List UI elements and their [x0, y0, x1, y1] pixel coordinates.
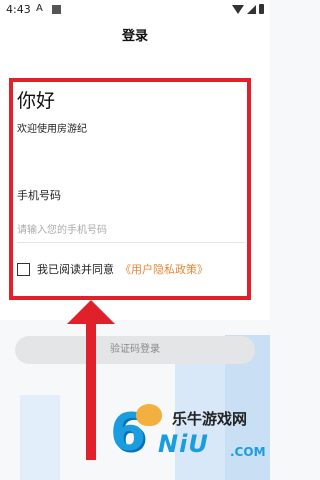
- sms-login-button[interactable]: 验证码登录: [15, 336, 255, 364]
- cow-mascot-icon: [136, 404, 162, 426]
- status-bar: 4:43 A: [0, 0, 270, 20]
- privacy-policy-link[interactable]: 《用户隐私政策》: [120, 261, 208, 277]
- watermark-logo: 6 乐牛游戏网 NiU .COM: [110, 400, 270, 470]
- watermark-niu: NiU: [158, 430, 209, 458]
- notification-a-icon: A: [36, 3, 43, 14]
- greeting-heading: 你好: [17, 90, 56, 112]
- arrow-shaft: [86, 318, 96, 460]
- battery-icon: [259, 4, 264, 14]
- status-indicators: [232, 4, 264, 14]
- agree-text: 我已阅读并同意: [37, 263, 114, 276]
- phone-divider: [17, 242, 245, 243]
- status-time: 4:43: [6, 3, 31, 16]
- agree-checkbox[interactable]: [17, 262, 30, 276]
- page-title: 登录: [121, 29, 148, 44]
- background-building: [20, 395, 60, 480]
- watermark-domain: .COM: [230, 445, 266, 459]
- notification-square-icon: [52, 5, 61, 14]
- phone-input[interactable]: [15, 219, 249, 241]
- wifi-icon: [232, 4, 244, 14]
- agreement-row: 我已阅读并同意 《用户隐私政策》: [17, 261, 208, 277]
- signal-icon: [247, 4, 256, 14]
- phone-label: 手机号码: [17, 189, 61, 202]
- watermark-title: 乐牛游戏网: [172, 410, 248, 428]
- welcome-text: 欢迎使用房游纪: [17, 124, 87, 135]
